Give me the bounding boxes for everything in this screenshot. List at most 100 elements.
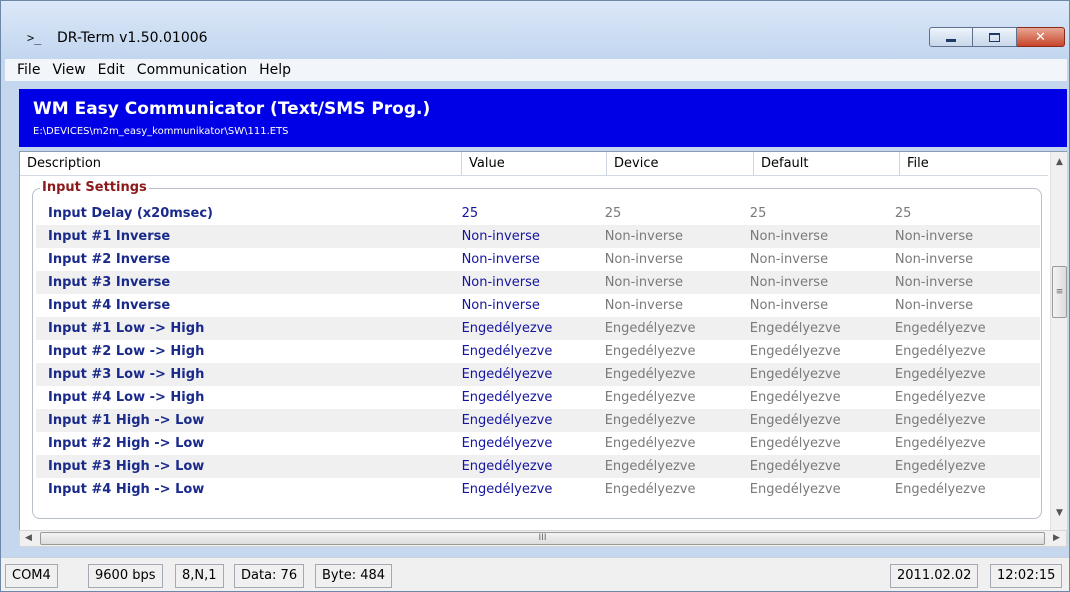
row-default-value: Non-inverse [749,229,829,244]
terminal-icon: >_ [27,31,42,45]
row-description: Input #1 High -> Low [48,413,205,428]
row-default-value: Engedélyezve [749,344,841,359]
maximize-icon [989,32,1000,42]
status-baud: 9600 bps [88,564,163,588]
row-default-value: Engedélyezve [749,436,841,451]
row-file-value: Non-inverse [894,229,974,244]
row-default-value: Non-inverse [749,252,829,267]
row-description: Input #2 High -> Low [48,436,205,451]
scroll-right-icon[interactable]: ▶ [1048,531,1065,546]
status-byte: Byte: 484 [315,564,393,588]
menu-edit[interactable]: Edit [92,62,131,78]
row-description: Input Delay (x20msec) [48,206,213,221]
table-row[interactable]: Input #2 High -> Low Engedélyezve Engedély… [36,432,1040,455]
table-row[interactable]: Input #2 Low -> High Engedélyezve Engedély… [36,340,1040,363]
row-device-value: Engedélyezve [604,321,696,336]
row-description: Input #1 Low -> High [48,321,205,336]
row-value[interactable]: Engedélyezve [462,367,605,382]
row-device-value: Engedélyezve [604,436,696,451]
table-row[interactable]: Input #1 High -> Low Engedélyezve Engedély… [36,409,1040,432]
window-title: DR-Term v1.50.01006 [57,30,208,46]
column-header-file[interactable]: File [900,152,1048,176]
file-path: E:\DEVICES\m2m_easy_kommunikator\SW\111.… [33,126,289,137]
maximize-button[interactable] [973,27,1017,47]
row-value[interactable]: Non-inverse [462,298,605,313]
column-header-value[interactable]: Value [462,152,607,176]
table-row[interactable]: Input #4 Low -> High Engedélyezve Engedély… [36,386,1040,409]
menu-bar: File View Edit Communication Help [5,59,1067,81]
status-bar: COM4 9600 bps 8,N,1 Data: 76 Byte: 484 2… [1,557,1069,591]
row-file-value: Engedélyezve [894,482,986,497]
column-header-device[interactable]: Device [607,152,754,176]
status-port: COM4 [5,564,58,588]
row-device-value: Non-inverse [604,252,683,267]
row-value[interactable]: Engedélyezve [462,413,605,428]
row-value[interactable]: Non-inverse [462,229,605,244]
row-default-value: Engedélyezve [749,321,841,336]
row-description: Input #3 Inverse [48,275,171,290]
row-value[interactable]: Non-inverse [462,252,605,267]
vertical-scroll-thumb[interactable]: ≡ [1052,266,1067,318]
row-value[interactable]: Engedélyezve [462,344,605,359]
table-row[interactable]: Input #3 High -> Low Engedélyezve Engedély… [36,455,1040,478]
row-default-value: Non-inverse [749,298,829,313]
row-file-value: Engedélyezve [894,321,986,336]
scroll-down-icon[interactable]: ▼ [1051,505,1068,522]
status-date: 2011.02.02 [890,564,979,588]
row-description: Input #4 Low -> High [48,390,205,405]
table-row[interactable]: Input Delay (x20msec) 25 25 25 25 [36,202,1040,225]
row-description: Input #2 Inverse [48,252,171,267]
group-title: Input Settings [40,180,149,195]
row-file-value: Non-inverse [894,298,974,313]
device-title: WM Easy Communicator (Text/SMS Prog.) [33,99,431,119]
scroll-up-icon[interactable]: ▲ [1051,154,1068,171]
menu-file[interactable]: File [11,62,46,78]
minimize-icon [946,38,956,42]
table-row[interactable]: Input #1 Low -> High Engedélyezve Engedély… [36,317,1040,340]
status-data: Data: 76 [234,564,305,588]
row-device-value: Engedélyezve [604,367,696,382]
column-header-default[interactable]: Default [754,152,900,176]
row-default-value: Engedélyezve [749,390,841,405]
close-icon: ✕ [1035,29,1046,45]
table-row[interactable]: Input #1 Inverse Non-inverse Non-inverse No… [36,225,1040,248]
table-row[interactable]: Input #2 Inverse Non-inverse Non-inverse No… [36,248,1040,271]
title-bar[interactable]: >_ DR-Term v1.50.01006 ✕ [1,1,1069,59]
row-value[interactable]: Engedélyezve [462,459,605,474]
column-header-description[interactable]: Description [20,152,462,176]
settings-grid: Description Value Device Default File In… [19,151,1067,533]
minimize-button[interactable] [929,27,973,47]
table-row[interactable]: Input #4 High -> Low Engedélyezve Engedély… [36,478,1040,501]
device-banner: WM Easy Communicator (Text/SMS Prog.) E:… [19,89,1067,147]
row-default-value: 25 [749,206,767,221]
row-value[interactable]: Engedélyezve [462,436,605,451]
row-device-value: 25 [604,206,622,221]
scroll-left-icon[interactable]: ◀ [20,531,37,546]
row-device-value: Non-inverse [604,275,683,290]
row-value[interactable]: Engedélyezve [462,482,605,497]
row-device-value: Engedélyezve [604,459,696,474]
close-button[interactable]: ✕ [1017,27,1065,47]
table-row[interactable]: Input #3 Low -> High Engedélyezve Engedély… [36,363,1040,386]
table-row[interactable]: Input #3 Inverse Non-inverse Non-inverse No… [36,271,1040,294]
row-file-value: Engedélyezve [894,413,986,428]
horizontal-scrollbar[interactable]: ◀ III ▶ [19,530,1067,547]
row-description: Input #1 Inverse [48,229,171,244]
row-description: Input #3 High -> Low [48,459,205,474]
row-file-value: Non-inverse [894,275,974,290]
row-file-value: Engedélyezve [894,367,986,382]
row-value[interactable]: Engedélyezve [462,321,605,336]
row-value[interactable]: Non-inverse [462,275,605,290]
row-default-value: Engedélyezve [749,482,841,497]
row-device-value: Engedélyezve [604,344,696,359]
row-value[interactable]: Engedélyezve [462,390,605,405]
status-time: 12:02:15 [990,564,1063,588]
row-default-value: Engedélyezve [749,413,841,428]
menu-communication[interactable]: Communication [131,62,253,78]
row-value[interactable]: 25 [462,206,605,221]
vertical-scrollbar[interactable]: ▲ ≡ ▼ [1050,152,1067,532]
table-row[interactable]: Input #4 Inverse Non-inverse Non-inverse No… [36,294,1040,317]
menu-view[interactable]: View [46,62,91,78]
menu-help[interactable]: Help [253,62,297,78]
horizontal-scroll-thumb[interactable]: III [40,532,1045,545]
